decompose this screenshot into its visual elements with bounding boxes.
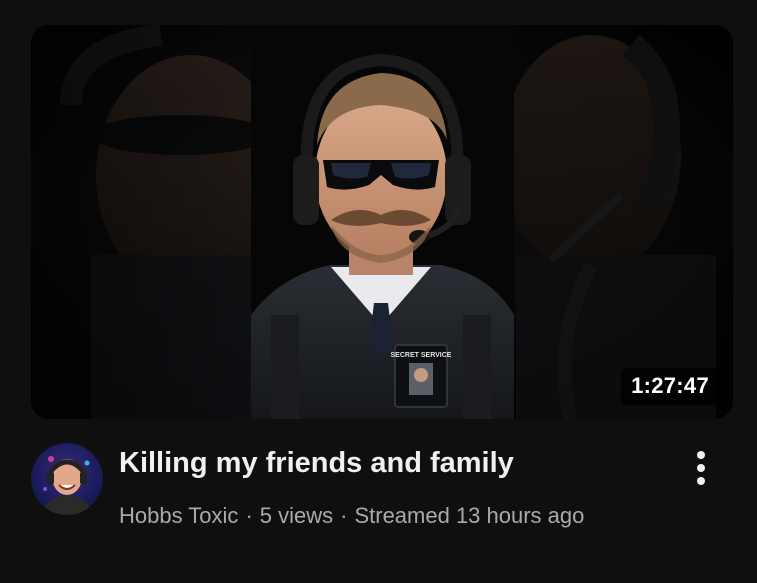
badge-text: SECRET SERVICE bbox=[391, 352, 452, 359]
dot bbox=[697, 477, 705, 485]
center-portrait: SECRET SERVICE bbox=[251, 25, 514, 419]
meta-separator: · bbox=[340, 503, 348, 528]
more-vertical-icon[interactable] bbox=[682, 448, 720, 488]
dot bbox=[697, 464, 705, 472]
thumbnail-image: SECRET SERVICE bbox=[31, 25, 733, 419]
view-count: 5 views bbox=[259, 503, 334, 528]
channel-name[interactable]: Hobbs Toxic bbox=[119, 503, 238, 528]
video-card[interactable]: SECRET SERVICE 1:27:47 Killing my friend… bbox=[0, 0, 757, 583]
dot bbox=[697, 451, 705, 459]
meta-separator: · bbox=[245, 503, 253, 528]
duration-badge: 1:27:47 bbox=[621, 368, 719, 405]
stream-time: Streamed 13 hours ago bbox=[354, 503, 585, 528]
video-thumbnail[interactable]: SECRET SERVICE 1:27:47 bbox=[31, 25, 733, 419]
video-title[interactable]: Killing my friends and family bbox=[119, 443, 659, 483]
video-meta: Hobbs Toxic · 5 views · Streamed 13 hours ag… bbox=[119, 501, 584, 531]
channel-avatar[interactable] bbox=[31, 443, 103, 515]
